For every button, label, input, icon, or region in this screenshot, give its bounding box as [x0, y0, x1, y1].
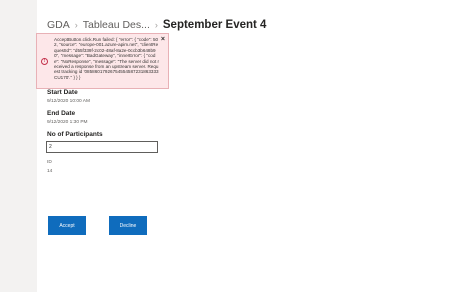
breadcrumb-item-gda[interactable]: GDA	[47, 19, 70, 31]
accept-button[interactable]: Accept	[48, 216, 86, 235]
decline-button[interactable]: Decline	[109, 216, 147, 235]
breadcrumb: GDA › Tableau Des... › September Event 4	[47, 17, 266, 33]
breadcrumb-separator-icon: ›	[154, 20, 158, 30]
page-title: September Event 4	[162, 19, 267, 31]
id-label: ID	[47, 160, 52, 165]
close-icon[interactable]: ×	[161, 36, 165, 43]
participants-input[interactable]: 2	[46, 141, 158, 153]
error-notification: ! AcceptButton.click.Run failed: { "erro…	[36, 33, 169, 89]
breadcrumb-item-tableau[interactable]: Tableau Des...	[83, 19, 150, 31]
breadcrumb-separator-icon: ›	[74, 20, 78, 30]
error-message: AcceptButton.click.Run failed: { "error"…	[54, 37, 160, 80]
end-date-label: End Date	[47, 110, 76, 117]
start-date-label: Start Date	[47, 89, 78, 96]
start-date-value: 9/12/2020 10:00 AM	[47, 99, 90, 104]
error-icon: !	[41, 58, 48, 65]
participants-label: No of Participants	[47, 131, 103, 138]
id-value: 14	[47, 169, 53, 174]
end-date-value: 9/12/2020 1:30 PM	[47, 120, 88, 125]
